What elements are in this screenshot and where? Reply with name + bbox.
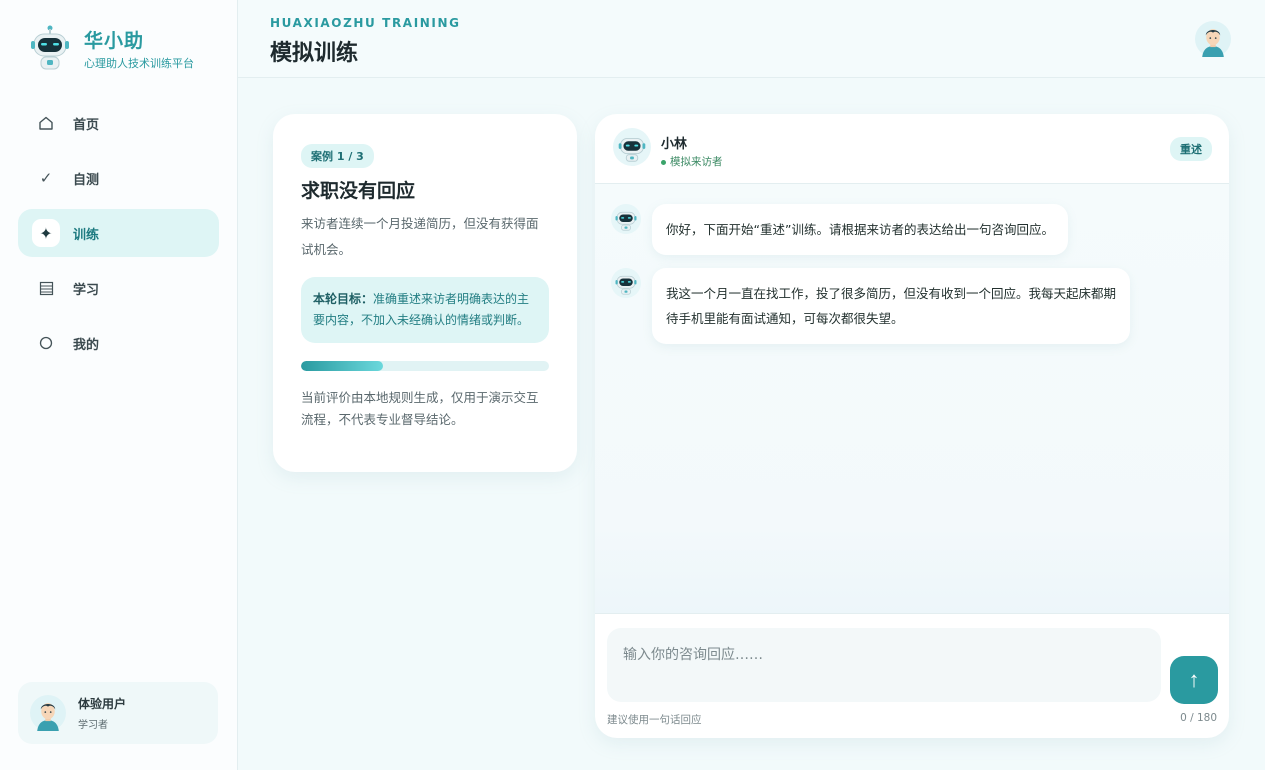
sidebar-item-training[interactable]: ✦ 训练 [18, 209, 219, 257]
case-progress-fill [301, 361, 383, 371]
chat-panel: 小林 模拟来访者 重述 你好，下面开始“重述”训练。请根据来访者的表达给出一句咨… [595, 114, 1229, 738]
input-hint: 建议使用一句话回应 [607, 714, 702, 726]
robot-avatar-icon [611, 268, 641, 298]
sidebar-item-label: 我的 [73, 337, 100, 353]
sparkle-icon: ✦ [32, 219, 60, 247]
sidebar-item-label: 学习 [73, 282, 100, 298]
sidebar-item-home[interactable]: 首页 [18, 99, 219, 147]
brand: 华小助 心理助人技术训练平台 [30, 24, 194, 72]
message-bubble: 我这一个月一直在找工作，投了很多简历，但没有收到一个回应。我每天起床都期待手机里… [652, 268, 1130, 344]
user-name: 体验用户 [78, 697, 127, 711]
robot-logo-icon [31, 25, 69, 70]
sidebar-item-self-test[interactable]: ✓ 自测 [18, 154, 219, 202]
user-card[interactable]: 体验用户 学习者 [18, 682, 218, 744]
page-eyebrow: HUAXIAOZHU TRAINING [270, 16, 461, 30]
chat-partner-status: 模拟来访者 [661, 154, 723, 169]
robot-avatar-icon [611, 204, 641, 234]
status-text: 模拟来访者 [670, 156, 723, 168]
reply-input[interactable] [607, 628, 1161, 702]
check-icon: ✓ [39, 169, 53, 187]
message-list: 你好，下面开始“重述”训练。请根据来访者的表达给出一句咨询回应。 我这一个月一直… [595, 184, 1229, 614]
case-progress-bar [301, 361, 549, 371]
status-dot-icon [661, 159, 666, 165]
case-note: 当前评价由本地规则生成，仅用于演示交互流程，不代表专业督导结论。 [301, 390, 539, 427]
sidebar-nav: 首页 ✓ 自测 ✦ 训练 学习 我的 [18, 99, 219, 374]
header-avatar[interactable] [1195, 21, 1231, 57]
case-title: 求职没有回应 [301, 180, 416, 202]
sidebar-item-label: 自测 [73, 172, 100, 188]
goal-label: 本轮目标： [313, 292, 374, 306]
user-role: 学习者 [78, 720, 108, 731]
case-card: 案例 1 / 3 求职没有回应 来访者连续一个月投递简历，但没有获得面试机会。 … [273, 114, 577, 472]
sidebar-item-label: 训练 [73, 227, 100, 243]
goal-box: 本轮目标：准确重述来访者明确表达的主要内容，不加入未经确认的情绪或判断。 [301, 277, 549, 343]
char-counter: 0 / 180 [1180, 712, 1217, 724]
sidebar-item-mine[interactable]: 我的 [18, 319, 219, 367]
brand-name: 华小助 [84, 29, 145, 52]
sidebar-item-label: 首页 [73, 117, 100, 133]
robot-avatar-icon [613, 128, 651, 166]
chat-partner-name: 小林 [661, 137, 688, 152]
avatar [30, 695, 66, 731]
sidebar-item-learn[interactable]: 学习 [18, 264, 219, 312]
home-icon [37, 114, 55, 132]
page-header: HUAXIAOZHU TRAINING 模拟训练 [238, 0, 1265, 78]
send-button[interactable]: ↑ [1170, 656, 1218, 704]
chat-header: 小林 模拟来访者 重述 [595, 114, 1229, 184]
brand-subtitle: 心理助人技术训练平台 [84, 56, 194, 70]
page-title: 模拟训练 [270, 41, 359, 66]
message: 你好，下面开始“重述”训练。请根据来访者的表达给出一句咨询回应。 [611, 204, 1068, 255]
case-description: 来访者连续一个月投递简历，但没有获得面试机会。 [301, 216, 539, 257]
message: 我这一个月一直在找工作，投了很多简历，但没有收到一个回应。我每天起床都期待手机里… [611, 268, 1130, 344]
sidebar: 华小助 心理助人技术训练平台 首页 ✓ 自测 ✦ 训练 学习 我的 体验用户 学… [0, 0, 238, 770]
list-icon [37, 279, 55, 297]
circle-icon [37, 334, 55, 352]
message-bubble: 你好，下面开始“重述”训练。请根据来访者的表达给出一句咨询回应。 [652, 204, 1068, 255]
composer: ↑ 建议使用一句话回应 0 / 180 [595, 614, 1229, 738]
mode-badge: 重述 [1170, 137, 1212, 161]
case-progress-badge: 案例 1 / 3 [301, 144, 374, 168]
